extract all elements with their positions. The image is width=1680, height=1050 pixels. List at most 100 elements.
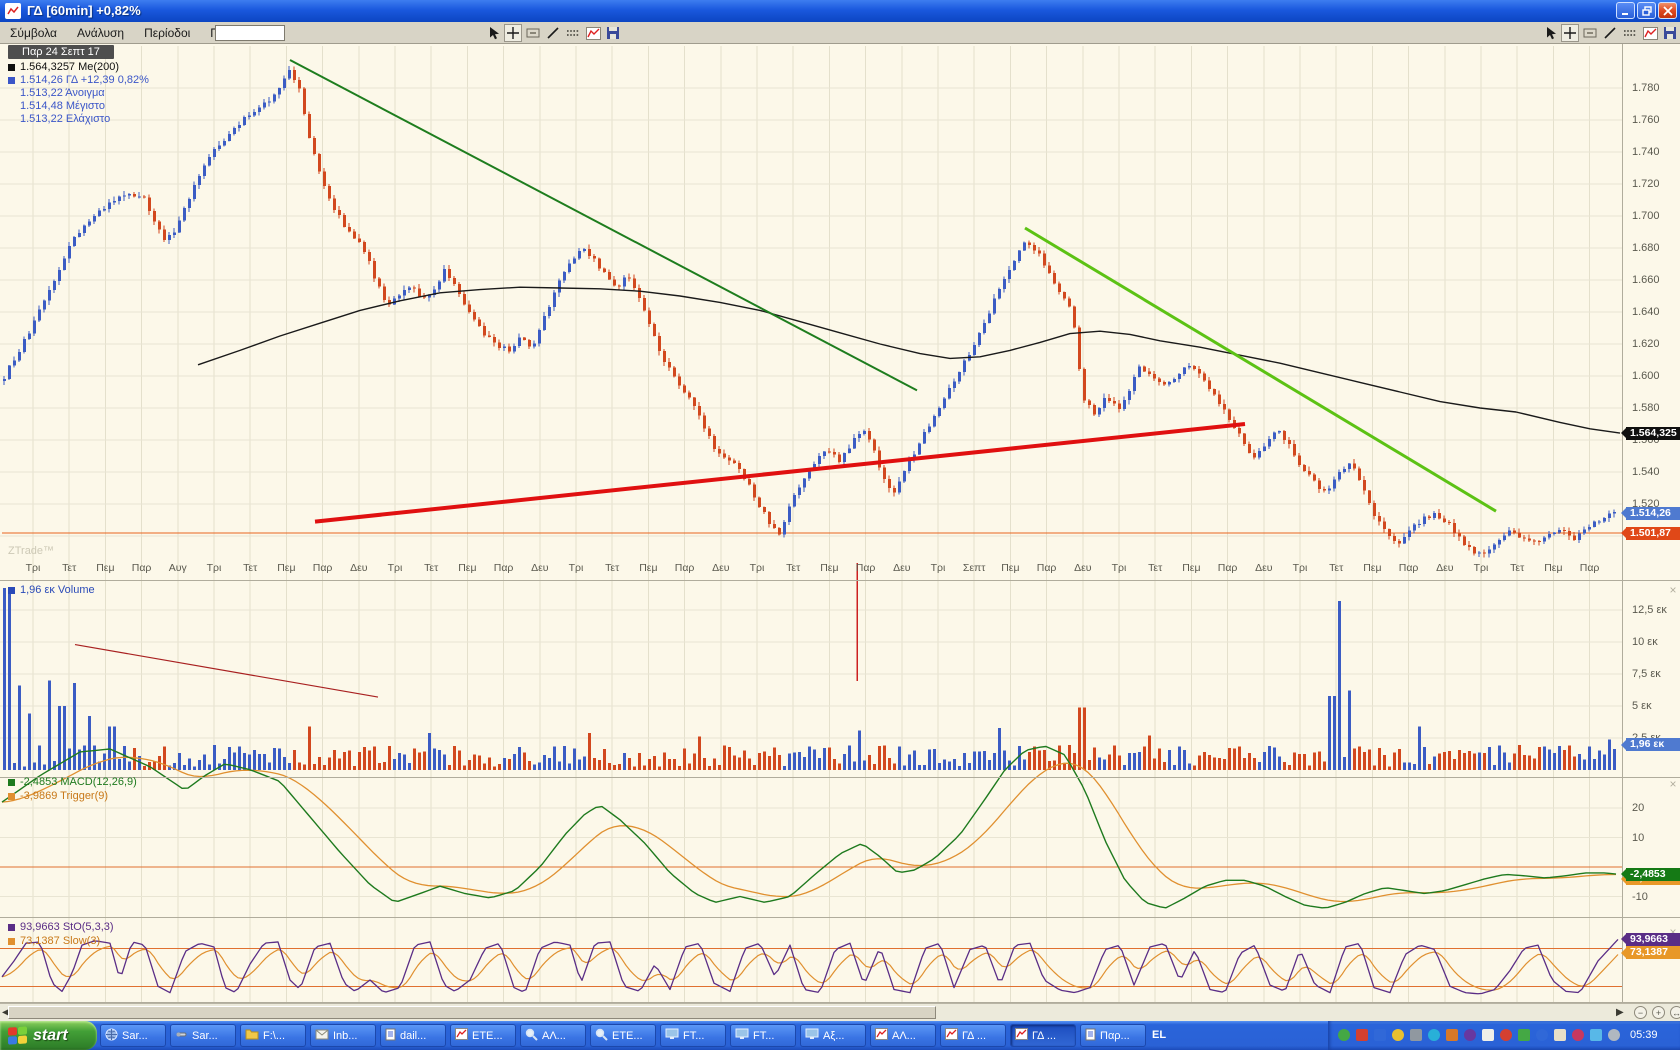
price-axis-tick: 1.540 — [1632, 466, 1660, 478]
save-tool-icon[interactable] — [1661, 24, 1679, 42]
taskbar-button-6[interactable]: ETE... — [450, 1024, 516, 1047]
slow-value-box: 73,1387 — [1626, 946, 1680, 959]
tray-icon-15[interactable] — [1590, 1029, 1602, 1041]
tray-icon-9[interactable] — [1482, 1029, 1494, 1041]
minimize-button[interactable] — [1616, 2, 1635, 19]
zoom-fit-button[interactable]: ↔ — [1670, 1006, 1680, 1019]
tray-icon-6[interactable] — [1428, 1029, 1440, 1041]
date-axis-label: Παρ — [1031, 562, 1063, 574]
legend-swatch — [8, 924, 15, 931]
date-axis-label: Τετ — [53, 562, 85, 574]
date-axis-label: Τετ — [1320, 562, 1352, 574]
pane-close-icon[interactable]: × — [1667, 779, 1679, 791]
tray-icon-4[interactable] — [1392, 1029, 1404, 1041]
menu-Περίοδοι[interactable]: Περίοδοι — [134, 22, 200, 40]
chart-tool-icon[interactable] — [584, 24, 602, 42]
symbol-input[interactable] — [215, 25, 285, 41]
taskbar-button-9[interactable]: FT... — [660, 1024, 726, 1047]
date-axis-label: Δευ — [705, 562, 737, 574]
zoom-box-tool-icon[interactable] — [1581, 24, 1599, 42]
magnifier-icon — [525, 1028, 538, 1044]
save-tool-icon[interactable] — [604, 24, 622, 42]
date-axis-label: Πεμ — [994, 562, 1026, 574]
price-axis-tick: 1.600 — [1632, 370, 1660, 382]
zoom-box-tool-icon[interactable] — [524, 24, 542, 42]
date-axis-label: Τετ — [777, 562, 809, 574]
menu-Σύμβολα[interactable]: Σύμβολα — [0, 22, 67, 40]
taskbar-button-1[interactable]: Sar... — [100, 1024, 166, 1047]
taskbar-button-10[interactable]: FT... — [730, 1024, 796, 1047]
taskbar-button-5[interactable]: dail... — [380, 1024, 446, 1047]
volume-axis-tick: 7,5 εκ — [1632, 668, 1661, 680]
date-axis-label: Παρ — [850, 562, 882, 574]
chart-tool-icon[interactable] — [1641, 24, 1659, 42]
menu-Ανάλυση[interactable]: Ανάλυση — [67, 22, 134, 40]
scrollbar-thumb[interactable] — [8, 1006, 936, 1019]
horizontal-scrollbar[interactable]: ◀ ▶ − + ↔ — [0, 1003, 1680, 1021]
price-axis-tick: 1.660 — [1632, 274, 1660, 286]
crosshair-tool-icon[interactable] — [504, 24, 522, 42]
close-button[interactable] — [1658, 2, 1677, 19]
date-axis-label: Τρι — [1284, 562, 1316, 574]
date-axis-label: Σεπτ — [958, 562, 990, 574]
language-indicator[interactable]: EL — [1152, 1029, 1166, 1041]
date-axis-label: Πεμ — [1537, 562, 1569, 574]
tray-icon-11[interactable] — [1518, 1029, 1530, 1041]
date-axis-label: Τρι — [198, 562, 230, 574]
taskbar-button-2[interactable]: Sar... — [170, 1024, 236, 1047]
menu-bar: ΣύμβολαΑνάλυσηΠερίοδοιΠροβολή — [0, 22, 1680, 44]
taskbar-button-13[interactable]: ΓΔ ... — [940, 1024, 1006, 1047]
restore-button[interactable] — [1637, 2, 1656, 19]
tray-icon-5[interactable] — [1410, 1029, 1422, 1041]
price-axis-tick: 1.760 — [1632, 114, 1660, 126]
windows-logo-icon — [8, 1026, 28, 1045]
tray-icon-13[interactable] — [1554, 1029, 1566, 1041]
date-axis-label: Παρ — [1393, 562, 1425, 574]
tray-icon-12[interactable] — [1536, 1029, 1548, 1041]
tray-icon-2[interactable] — [1356, 1029, 1368, 1041]
taskbar-button-14[interactable]: ΓΔ ... — [1010, 1024, 1076, 1047]
start-button[interactable]: start — [0, 1021, 97, 1050]
tray-icon-10[interactable] — [1500, 1029, 1512, 1041]
date-axis-label: Δευ — [1248, 562, 1280, 574]
price-axis-tick: 1.780 — [1632, 82, 1660, 94]
doc-icon — [385, 1028, 396, 1044]
tray-icon-16[interactable] — [1608, 1029, 1620, 1041]
globe-icon — [105, 1028, 118, 1044]
chart-canvas[interactable] — [0, 0, 1680, 1050]
window-title: ΓΔ [60min] +0,82% — [27, 3, 141, 18]
tray-icon-14[interactable] — [1572, 1029, 1584, 1041]
trendline-tool-icon[interactable] — [544, 24, 562, 42]
zoom-out-button[interactable]: − — [1634, 1006, 1647, 1019]
measure-tool-icon[interactable] — [1621, 24, 1639, 42]
pointer-tool-icon[interactable] — [484, 24, 502, 42]
price-axis-tick: 1.700 — [1632, 210, 1660, 222]
tool-icon — [175, 1028, 188, 1044]
taskbar-button-11[interactable]: Αξ... — [800, 1024, 866, 1047]
taskbar-button-4[interactable]: Inb... — [310, 1024, 376, 1047]
tray-icon-7[interactable] — [1446, 1029, 1458, 1041]
app-chart-icon — [5, 3, 21, 19]
pane-close-icon[interactable]: × — [1667, 585, 1679, 597]
tray-icon-8[interactable] — [1464, 1029, 1476, 1041]
tray-icon-3[interactable] — [1374, 1029, 1386, 1041]
crosshair-tool-icon[interactable] — [1561, 24, 1579, 42]
taskbar-button-3[interactable]: F:\... — [240, 1024, 306, 1047]
date-axis-label: Πεμ — [451, 562, 483, 574]
taskbar-button-15[interactable]: Παρ... — [1080, 1024, 1146, 1047]
pointer-tool-icon[interactable] — [1541, 24, 1559, 42]
measure-tool-icon[interactable] — [564, 24, 582, 42]
scroll-right-icon[interactable]: ▶ — [1616, 1006, 1624, 1019]
taskbar-button-7[interactable]: ΑΛ... — [520, 1024, 586, 1047]
date-axis-label: Πεμ — [1175, 562, 1207, 574]
trendline-tool-icon[interactable] — [1601, 24, 1619, 42]
tray-icon-1[interactable] — [1338, 1029, 1350, 1041]
monitor-icon — [805, 1028, 819, 1043]
taskbar-button-8[interactable]: ETE... — [590, 1024, 656, 1047]
macd-axis-tick: 10 — [1632, 832, 1644, 844]
mail-icon — [315, 1029, 329, 1043]
macd-axis-tick: -10 — [1632, 891, 1648, 903]
zoom-in-button[interactable]: + — [1652, 1006, 1665, 1019]
taskbar-button-12[interactable]: ΑΛ... — [870, 1024, 936, 1047]
date-axis-label: Τετ — [1501, 562, 1533, 574]
